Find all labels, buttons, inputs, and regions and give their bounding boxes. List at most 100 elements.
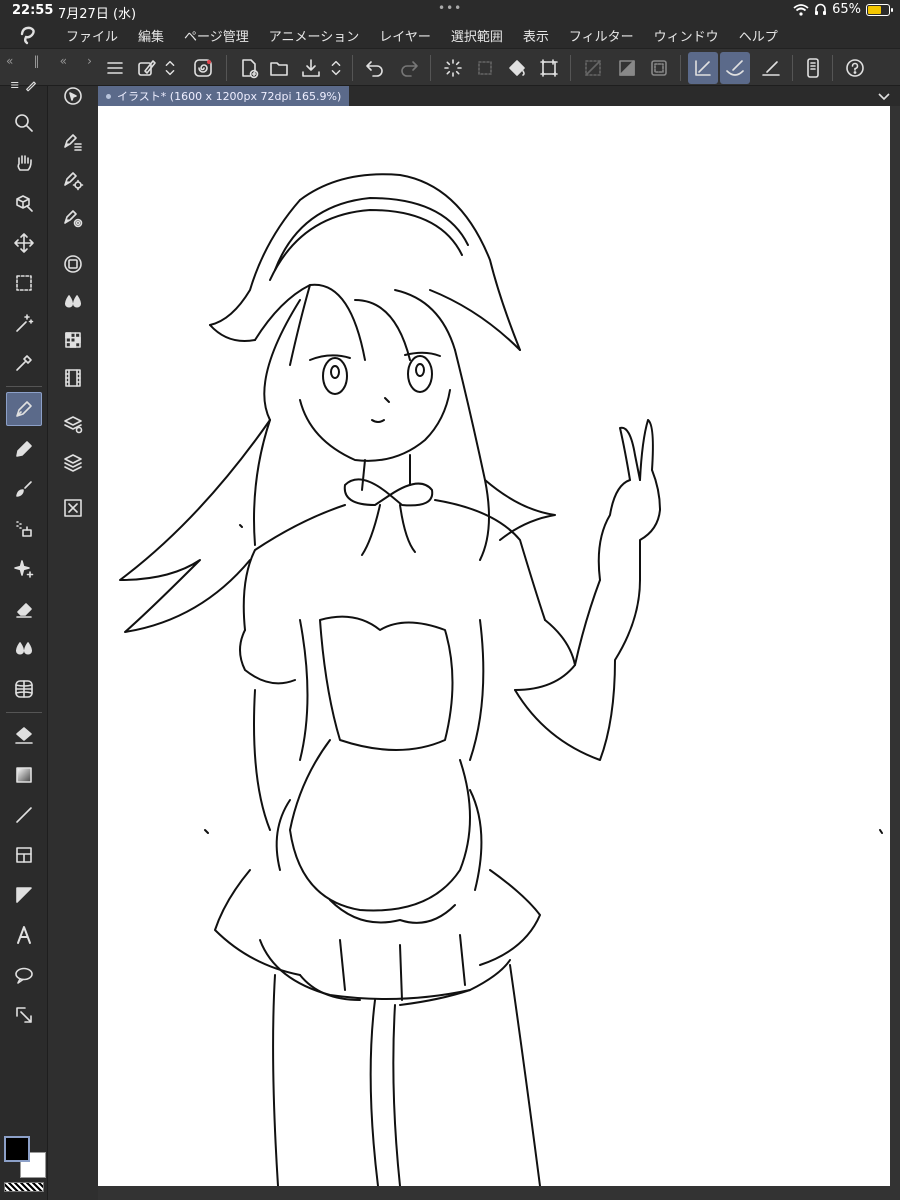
tool-selection[interactable] (6, 266, 42, 300)
fill-bucket-icon (15, 727, 33, 744)
navigator-icon (64, 499, 82, 517)
tool-zoom[interactable] (6, 106, 42, 140)
transparent-color-swatch[interactable] (4, 1182, 44, 1192)
canvas-bottom-scroll-area[interactable] (98, 1186, 890, 1200)
menu-view[interactable]: 表示 (513, 26, 559, 45)
status-bar: 22:55 7月27日 (水) ••• 65% (0, 0, 900, 22)
color-wheel-button[interactable] (56, 248, 90, 280)
color-set-button[interactable] (56, 324, 90, 356)
quick-access-stepper[interactable] (160, 52, 180, 84)
menu-help[interactable]: ヘルプ (729, 26, 788, 45)
toolbar-separator (570, 55, 571, 81)
redo-button[interactable] (394, 52, 424, 84)
save-button[interactable] (296, 52, 326, 84)
tool-fill[interactable] (6, 718, 42, 752)
quick-access-button[interactable] (132, 52, 162, 84)
canvas-right-scroll-area[interactable] (890, 106, 900, 1200)
tool-decoration[interactable] (6, 552, 42, 586)
snap-to-ruler-button[interactable] (688, 52, 718, 84)
brush-size-button[interactable] (56, 202, 90, 234)
pen-list-icon (64, 134, 82, 151)
new-file-button[interactable] (234, 52, 264, 84)
pen-gear-icon (64, 172, 84, 191)
pen-icon (16, 401, 32, 417)
tool-eraser[interactable] (6, 592, 42, 626)
open-file-button[interactable] (264, 52, 294, 84)
document-tab[interactable]: イラスト* (1600 x 1200px 72dpi 165.9%) (98, 86, 350, 106)
headphones-icon (815, 3, 827, 15)
sub-tool-detail-button[interactable] (56, 80, 90, 112)
drawing-canvas[interactable] (98, 106, 890, 1186)
hand-icon (17, 155, 32, 171)
approximate-color-button[interactable] (56, 286, 90, 318)
tool-move[interactable] (6, 226, 42, 260)
toolbar-separator (792, 55, 793, 81)
transform-button[interactable] (534, 52, 564, 84)
clear-selection-button[interactable] (470, 52, 500, 84)
tool-airbrush[interactable] (6, 512, 42, 546)
sub-tool-palette-button[interactable] (56, 126, 90, 158)
collapse-left-icon[interactable]: « (6, 54, 13, 68)
navigator-button[interactable] (56, 492, 90, 524)
layer-property-button[interactable] (56, 408, 90, 440)
status-right: 65% (793, 2, 893, 17)
tool-pencil[interactable] (6, 432, 42, 466)
app-logo-icon[interactable] (0, 25, 56, 45)
menu-animation[interactable]: アニメーション (259, 26, 369, 45)
tool-hand[interactable] (6, 146, 42, 180)
delete-outside-button[interactable] (578, 52, 608, 84)
menu-window[interactable]: ウィンドウ (644, 26, 729, 45)
tool-gradient[interactable] (6, 758, 42, 792)
tool-pen[interactable] (6, 392, 42, 426)
pane-grip-icon[interactable]: ‖ (34, 54, 40, 68)
selection-frame-icon (651, 60, 667, 76)
collapse-sub-icon[interactable]: « (60, 54, 67, 68)
tool-line[interactable] (6, 798, 42, 832)
companion-mode-button[interactable] (188, 52, 218, 84)
main-color-swatch[interactable] (4, 1136, 30, 1162)
menu-file[interactable]: ファイル (56, 26, 128, 45)
menu-selection[interactable]: 選択範囲 (441, 26, 513, 45)
tool-property-button[interactable] (56, 164, 90, 196)
undo-button[interactable] (360, 52, 390, 84)
multitasking-dots[interactable]: ••• (438, 1, 462, 15)
tool-brush[interactable] (6, 472, 42, 506)
smartphone-connect-button[interactable] (798, 52, 828, 84)
tool-blend[interactable] (6, 632, 42, 666)
toolbar-separator (832, 55, 833, 81)
battery-percent: 65% (832, 2, 861, 17)
maid-girl-sketch (119, 173, 883, 1186)
fill-button[interactable] (502, 52, 532, 84)
timeline-button[interactable] (56, 362, 90, 394)
tool-frame[interactable] (6, 838, 42, 872)
tool-palette-header[interactable] (6, 74, 42, 96)
chevron-down-icon[interactable] (876, 88, 892, 104)
menu-filter[interactable]: フィルター (559, 26, 644, 45)
show-selection-button[interactable] (644, 52, 674, 84)
tool-correct-line[interactable] (6, 998, 42, 1032)
snap-to-special-ruler-button[interactable] (720, 52, 750, 84)
menu-page-management[interactable]: ページ管理 (174, 26, 259, 45)
menu-layer[interactable]: レイヤー (369, 26, 441, 45)
layer-button[interactable] (56, 446, 90, 478)
menu-edit[interactable]: 編集 (128, 26, 174, 45)
document-tab-title: イラスト* (1600 x 1200px 72dpi 165.9%) (117, 90, 342, 103)
palette-menu-icon (11, 81, 19, 89)
tool-object[interactable] (6, 186, 42, 220)
tool-auto-select[interactable] (6, 306, 42, 340)
help-button[interactable] (840, 52, 870, 84)
tool-ruler[interactable] (6, 878, 42, 912)
document-tab-bar: イラスト* (1600 x 1200px 72dpi 165.9%) (98, 86, 900, 106)
smartphone-icon (807, 58, 819, 78)
hamburger-menu-button[interactable] (100, 52, 130, 84)
expand-right-icon[interactable]: › (87, 54, 92, 68)
tool-eyedropper[interactable] (6, 346, 42, 380)
snap-to-grid-button[interactable] (756, 52, 786, 84)
tool-balloon[interactable] (6, 958, 42, 992)
save-icon (302, 59, 320, 77)
tool-figure-ruler[interactable] (6, 672, 42, 706)
tool-text[interactable] (6, 918, 42, 952)
invert-selection-button[interactable] (612, 52, 642, 84)
correct-line-icon (16, 1007, 32, 1023)
save-stepper[interactable] (326, 52, 346, 84)
